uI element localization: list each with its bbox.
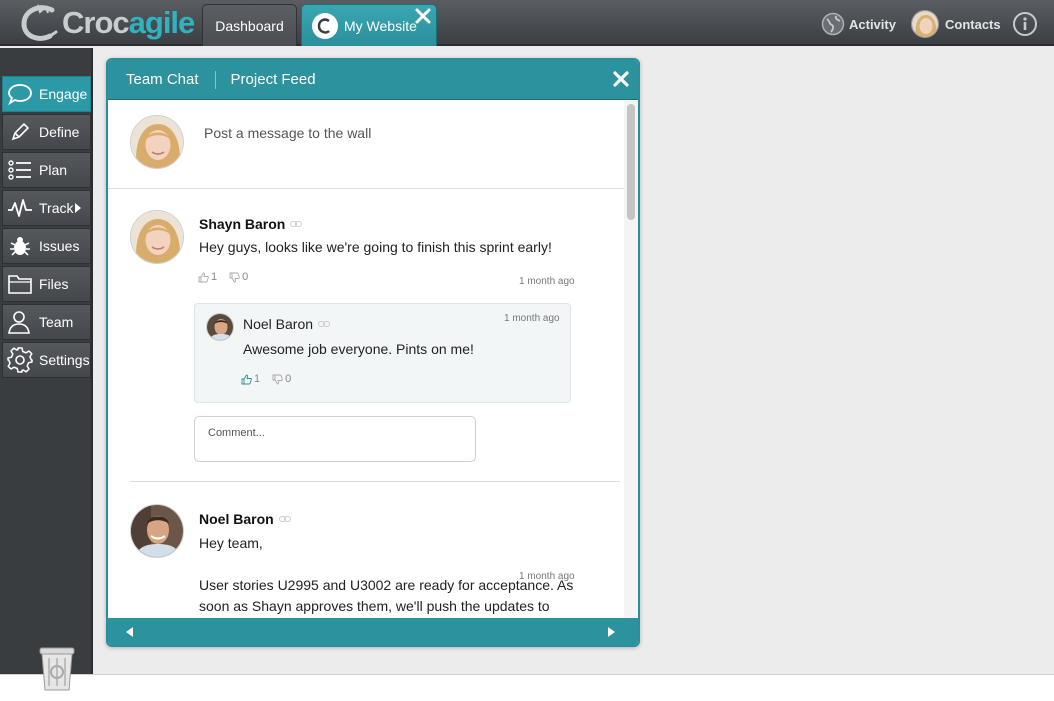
sidebar-item-issues[interactable]: Issues [2, 228, 91, 264]
logo-text-agile: agile [128, 5, 196, 40]
user-avatar [911, 10, 939, 38]
panel-footer [108, 618, 638, 645]
post-avatar-noel [130, 504, 184, 558]
contacts-button[interactable]: Contacts [911, 10, 1001, 38]
dislike-count: 0 [242, 271, 249, 283]
reply-message: Awesome job everyone. Pints on me! [243, 341, 474, 357]
footer-bar [0, 674, 1054, 701]
folder-icon [8, 275, 32, 294]
tab-dashboard[interactable]: Dashboard [202, 4, 297, 46]
gear-icon [7, 347, 33, 373]
sidebar: Engage Define Plan Track Issues Files Te… [0, 48, 93, 674]
scroll-left-arrow-icon[interactable] [126, 627, 133, 637]
activity-button[interactable]: Activity [821, 10, 896, 38]
panel-header: Team Chat Project Feed [108, 60, 638, 100]
link-icon[interactable] [278, 515, 291, 523]
post-author-name: Shayn Baron [199, 216, 286, 232]
post-message-line: Hey team, [199, 535, 263, 551]
dislike-count: 0 [285, 373, 292, 385]
tab-dashboard-label: Dashboard [215, 17, 284, 34]
post-message: Hey guys, looks like we're going to fini… [199, 239, 552, 255]
post-divider [130, 481, 620, 482]
post-avatar-shayn [130, 210, 184, 264]
top-bar: Crocagile Dashboard My Website Activity … [0, 0, 1054, 46]
thumbs-down-icon[interactable] [229, 272, 240, 283]
reply-time: 1 month ago [504, 313, 560, 324]
scroll-right-arrow-icon[interactable] [608, 627, 615, 637]
sidebar-item-label: Plan [39, 162, 68, 178]
chevron-right-icon [75, 203, 82, 213]
info-icon [1013, 12, 1037, 36]
feed-scrollbar[interactable] [624, 100, 638, 618]
feed: Post a message to the wall Shayn Baron 1… [108, 100, 624, 618]
sidebar-item-settings[interactable]: Settings [2, 342, 91, 378]
thumbs-down-icon[interactable] [272, 374, 283, 385]
thumbs-up-icon[interactable] [241, 374, 252, 385]
sidebar-item-track[interactable]: Track [2, 190, 91, 226]
logo-text: Crocagile [62, 5, 196, 41]
close-tab-icon[interactable] [414, 7, 432, 25]
bug-icon [10, 237, 30, 256]
compose-divider [108, 188, 624, 189]
post-message-line: soon as Shayn approves them, we'll push … [199, 598, 550, 614]
sidebar-item-label: Engage [39, 86, 88, 102]
reply-author-name: Noel Baron [243, 316, 314, 332]
thumbs-up-icon[interactable] [198, 272, 209, 283]
trash-icon[interactable] [38, 646, 76, 694]
sidebar-item-define[interactable]: Define [2, 114, 91, 150]
post-votes: 1 0 [198, 271, 248, 283]
croc-swirl-icon [21, 4, 58, 41]
reply-votes: 1 0 [241, 373, 291, 385]
person-icon [8, 311, 30, 334]
sidebar-item-label: Define [39, 124, 80, 140]
sidebar-item-plan[interactable]: Plan [2, 152, 91, 188]
pencil-icon [11, 122, 30, 141]
tab-team-chat[interactable]: Team Chat [108, 71, 215, 88]
link-icon[interactable] [290, 220, 303, 228]
sidebar-item-engage[interactable]: Engage [2, 76, 91, 112]
scroll-thumb[interactable] [627, 104, 635, 220]
comment-input[interactable]: Comment... [194, 416, 476, 462]
list-icon [8, 160, 31, 180]
speech-bubble-icon [8, 84, 32, 106]
activity-label: Activity [849, 16, 896, 32]
link-icon[interactable] [318, 320, 331, 328]
like-count: 1 [211, 271, 218, 283]
pulse-icon [8, 199, 32, 217]
reply-card: Noel Baron 1 month ago Awesome job every… [194, 303, 571, 403]
sidebar-item-label: Files [39, 276, 69, 292]
globe-icon [821, 12, 845, 36]
tab-project-feed[interactable]: Project Feed [216, 71, 332, 88]
sidebar-item-label: Track [39, 200, 74, 216]
sidebar-item-label: Issues [39, 238, 80, 254]
crocagile-logo[interactable]: Crocagile [18, 2, 196, 44]
compose-avatar [130, 115, 184, 169]
like-count: 1 [254, 373, 261, 385]
info-button[interactable] [1012, 10, 1038, 38]
post-author[interactable]: Noel Baron [199, 511, 291, 527]
project-badge-icon [312, 12, 338, 39]
post-time: 1 month ago [519, 276, 575, 287]
chat-panel: Team Chat Project Feed Post a message to… [106, 58, 640, 647]
contacts-label: Contacts [945, 16, 1001, 32]
close-panel-icon[interactable] [612, 70, 630, 88]
sidebar-item-label: Team [39, 314, 74, 330]
reply-avatar-noel [206, 313, 234, 341]
logo-text-croc: Croc [62, 5, 130, 40]
post-message-line: User stories U2995 and U3002 are ready f… [199, 577, 574, 593]
comment-placeholder: Comment... [208, 427, 265, 439]
compose-input[interactable]: Post a message to the wall [204, 125, 371, 141]
sidebar-item-files[interactable]: Files [2, 266, 91, 302]
tab-my-website[interactable]: My Website [301, 4, 437, 46]
sidebar-item-label: Settings [39, 352, 90, 368]
sidebar-item-team[interactable]: Team [2, 304, 91, 340]
post-author-name: Noel Baron [199, 511, 274, 527]
reply-author[interactable]: Noel Baron [243, 316, 331, 332]
post-author[interactable]: Shayn Baron [199, 216, 303, 232]
tab-my-website-label: My Website [344, 17, 417, 34]
